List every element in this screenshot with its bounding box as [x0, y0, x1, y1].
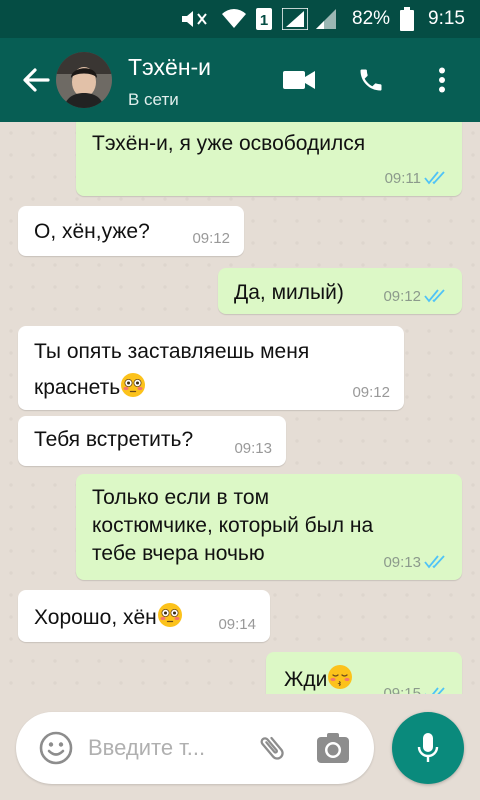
message-text-wrap: Жди	[284, 664, 353, 693]
attach-button[interactable]	[256, 732, 288, 764]
phone-icon	[360, 69, 382, 91]
camera-icon	[317, 733, 349, 763]
message-time: 09:12	[383, 287, 421, 305]
battery-icon	[400, 0, 416, 38]
message-outgoing[interactable]: Да, милый) 09:12	[218, 268, 462, 314]
message-meta: 09:11	[385, 169, 448, 189]
message-outgoing[interactable]: Жди 09:15	[266, 652, 462, 694]
signal-icon	[282, 0, 310, 38]
video-call-button[interactable]	[282, 60, 316, 100]
double-check-icon	[424, 687, 445, 694]
back-button[interactable]	[16, 62, 56, 98]
message-text-line-2: краснеть	[34, 376, 121, 399]
flushed-emoji-icon	[157, 603, 182, 627]
contact-status: В сети	[128, 90, 179, 109]
message-time: 09:13	[383, 553, 421, 571]
wifi-icon	[222, 0, 248, 38]
arrow-left-icon	[23, 68, 50, 92]
chat-header: Тэхён-и В сети	[0, 38, 480, 122]
message-text-wrap: Хорошо, хён	[34, 602, 183, 631]
message-time: 09:13	[234, 439, 272, 457]
voice-call-button[interactable]	[354, 60, 388, 100]
signal-icon-2	[316, 0, 338, 38]
message-text: О, хён,уже?	[34, 220, 150, 243]
paperclip-icon	[260, 736, 284, 760]
message-list[interactable]: Тэхён-и, я уже освободился 09:11 О, хён,…	[0, 122, 480, 694]
double-check-icon	[424, 555, 445, 569]
message-text: Тебя встретить?	[34, 428, 194, 451]
more-options-button[interactable]	[430, 60, 454, 100]
message-meta: 09:12	[383, 287, 448, 307]
battery-percent: 82%	[352, 8, 391, 29]
mute-icon	[180, 0, 210, 38]
message-incoming[interactable]: Ты опять заставляешь меня краснеть 09:12	[18, 326, 404, 410]
message-meta: 09:12	[192, 229, 230, 249]
smiley-icon	[39, 731, 73, 765]
message-incoming[interactable]: О, хён,уже? 09:12	[18, 206, 244, 256]
video-camera-icon	[283, 71, 315, 89]
message-composer	[16, 712, 374, 784]
message-meta: 09:14	[218, 615, 256, 635]
message-time: 09:12	[192, 229, 230, 247]
message-outgoing[interactable]: Тэхён-и, я уже освободился 09:11	[76, 122, 462, 196]
message-time: 09:15	[383, 685, 421, 694]
microphone-icon	[417, 733, 439, 762]
message-input[interactable]	[88, 728, 238, 768]
emoji-button[interactable]	[38, 730, 74, 766]
double-check-icon	[424, 289, 445, 303]
status-bar: 1 82% 9:15	[0, 0, 480, 38]
message-time: 09:11	[384, 169, 421, 187]
message-meta: 09:13	[234, 439, 272, 459]
message-text-line: тебе вчера ночью	[92, 542, 265, 565]
message-text-line: Только если в том	[92, 486, 270, 509]
status-time: 9:15	[428, 8, 465, 29]
message-meta: 09:13	[383, 553, 448, 573]
message-text-line: костюмчике, который был на	[92, 514, 374, 537]
avatar[interactable]	[56, 52, 112, 108]
kissing-closed-eyes-emoji-icon	[328, 665, 353, 689]
message-text: Тэхён-и, я уже освободился	[92, 132, 366, 155]
sim-slot-label: 1	[260, 12, 268, 29]
flushed-emoji-icon	[121, 373, 146, 397]
message-time: 09:12	[352, 383, 390, 401]
message-text-line: Ты опять заставляешь меня	[34, 340, 310, 363]
sim-icon: 1	[256, 0, 274, 38]
message-text-line: краснеть	[34, 372, 146, 401]
message-text: Жди	[284, 668, 328, 691]
message-incoming[interactable]: Тебя встретить? 09:13	[18, 416, 286, 466]
message-incoming[interactable]: Хорошо, хён 09:14	[18, 590, 270, 642]
message-text: Хорошо, хён	[34, 606, 157, 629]
message-meta: 09:12	[352, 383, 390, 403]
message-outgoing[interactable]: Только если в том костюмчике, который бы…	[76, 474, 462, 580]
voice-message-button[interactable]	[392, 712, 464, 784]
message-meta: 09:15	[383, 684, 448, 694]
double-check-icon	[424, 171, 445, 185]
contact-name[interactable]: Тэхён-и	[128, 54, 211, 81]
camera-button[interactable]	[316, 732, 350, 764]
more-vertical-icon	[439, 67, 445, 93]
message-text: Да, милый)	[234, 281, 344, 304]
message-time: 09:14	[218, 615, 256, 633]
